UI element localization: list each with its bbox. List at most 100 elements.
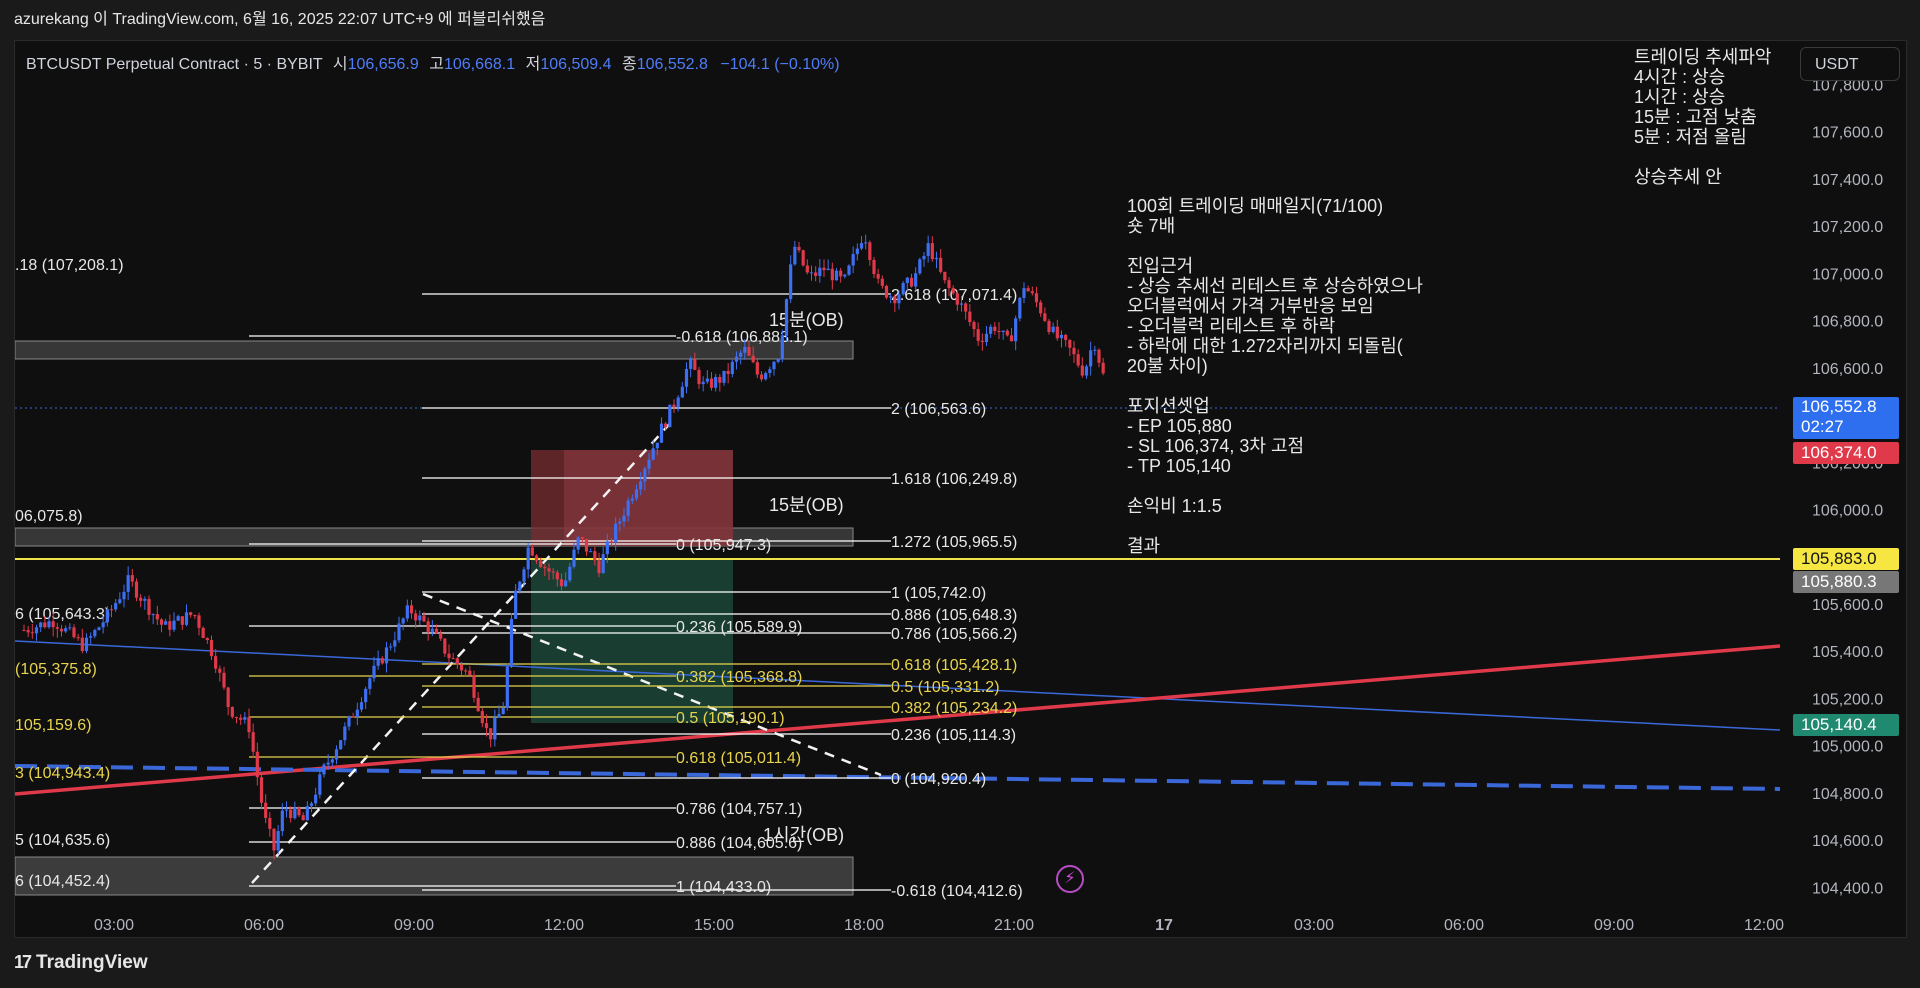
candle-body xyxy=(684,368,689,387)
candle-body xyxy=(768,369,772,374)
candle-body xyxy=(143,598,147,601)
candle-body xyxy=(859,243,864,249)
candle-body xyxy=(605,541,609,555)
candle-body xyxy=(1084,366,1089,376)
candle-body xyxy=(897,294,901,304)
candle-body xyxy=(430,628,434,632)
candle-body xyxy=(297,807,301,816)
candle-body xyxy=(22,629,26,631)
entry-price-tag: 105,880.3 xyxy=(1793,571,1899,593)
candle-body xyxy=(472,675,476,698)
candle-body xyxy=(872,259,876,275)
candle-body xyxy=(693,359,697,370)
candle-body xyxy=(943,271,947,281)
symbol-legend[interactable]: BTCUSDT Perpetual Contract · 5 · BYBIT 시… xyxy=(26,50,840,74)
fib-b-4-label: 0.5 (105,190.1) xyxy=(676,710,785,727)
candle-body xyxy=(868,242,872,260)
candle-body xyxy=(993,326,997,332)
candle-body xyxy=(1014,318,1018,342)
candle-body xyxy=(972,322,976,330)
lightning-alert-icon[interactable]: ⚡ xyxy=(1056,865,1084,893)
candle-body xyxy=(1009,335,1014,342)
candle-body xyxy=(1034,293,1039,303)
candle-body xyxy=(851,254,855,266)
candle-body xyxy=(880,278,884,286)
fib-a-7-label: 0.618 (105,428.1) xyxy=(891,657,1017,674)
candle-body xyxy=(405,605,409,619)
candle-body xyxy=(1001,330,1005,333)
candle-body xyxy=(984,333,989,343)
candle-body xyxy=(355,709,359,718)
candle-body xyxy=(193,615,197,617)
candle-body xyxy=(68,627,72,629)
candle-body xyxy=(518,581,522,591)
candle-body xyxy=(614,523,618,543)
candle-body xyxy=(905,277,909,284)
order-block-label-0: 15분(OB) xyxy=(769,310,844,330)
y-tick-label: 105,200.0 xyxy=(1812,691,1883,708)
current-price-value: 106,552.8 xyxy=(1801,397,1877,416)
candle-body xyxy=(243,717,247,720)
candle-body xyxy=(809,272,814,274)
trend-note[interactable]: 트레이딩 추세파악 4시간 : 상승 1시간 : 상승 15분 : 고점 낮춤 … xyxy=(1634,47,1771,187)
tradingview-logo[interactable]: 17 TradingView xyxy=(14,952,148,974)
candle-body xyxy=(772,361,776,370)
footer: 17 TradingView xyxy=(0,938,1920,988)
candle-body xyxy=(843,274,847,277)
candle-body xyxy=(601,554,605,574)
yellow-level-tag: 105,883.0 xyxy=(1793,548,1899,570)
candle-body xyxy=(689,359,693,369)
candle-body xyxy=(622,515,626,522)
candle-body xyxy=(1022,288,1026,298)
candle-body xyxy=(830,268,834,281)
candle-body xyxy=(934,257,939,260)
candle-body xyxy=(84,637,89,652)
candle-body xyxy=(797,246,801,251)
candle-body xyxy=(439,633,443,639)
candle-body xyxy=(593,551,597,561)
currency-button[interactable]: USDT xyxy=(1800,47,1900,81)
candle-body xyxy=(839,270,843,277)
price-chart[interactable]: 2.618 (107,071.4)2 (106,563.6)1.618 (106… xyxy=(15,41,1907,938)
y-tick-label: 105,000.0 xyxy=(1812,739,1883,756)
x-tick-label: 21:00 xyxy=(994,917,1034,934)
candle-body xyxy=(643,468,647,482)
candle-body xyxy=(484,723,489,729)
candle-body xyxy=(93,630,97,637)
stop-loss-tag: 106,374.0 xyxy=(1793,442,1899,464)
close-value: 106,552.8 xyxy=(636,56,708,73)
candle-body xyxy=(751,355,755,363)
candle-body xyxy=(747,346,751,356)
candle-body xyxy=(922,255,926,260)
candle-body xyxy=(597,560,601,574)
candle-body xyxy=(497,713,501,718)
candle-body xyxy=(184,612,189,625)
candle-body xyxy=(301,815,305,821)
countdown-value: 02:27 xyxy=(1801,417,1844,436)
x-tick-label: 12:00 xyxy=(544,917,584,934)
candle-body xyxy=(534,555,539,561)
candle-body xyxy=(709,378,714,388)
candle-body xyxy=(122,591,126,600)
candle-body xyxy=(1055,326,1059,339)
x-tick-label: 09:00 xyxy=(394,917,434,934)
candle-body xyxy=(672,404,676,408)
candle-body xyxy=(59,628,64,632)
candle-body xyxy=(893,296,897,304)
open-label: 시 xyxy=(332,56,348,73)
journal-note[interactable]: 100회 트레이딩 매매일지(71/100) 숏 7배 진입근거 - 상승 추세… xyxy=(1127,196,1423,556)
candle-body xyxy=(659,423,664,443)
candle-body xyxy=(864,242,868,244)
fib-b-3-label: 0.382 (105,368.8) xyxy=(676,669,802,686)
candle-body xyxy=(347,716,351,727)
chart-pane[interactable]: 2.618 (107,071.4) 2 (106,563.6) 1.618 (106… xyxy=(14,40,1907,938)
candle-body xyxy=(639,481,643,490)
candle-body xyxy=(339,740,343,750)
fib-a-9-label: 0.382 (105,234.2) xyxy=(891,700,1017,717)
candle-body xyxy=(668,404,672,428)
fib-b-8-label: 1 (104,433.0) xyxy=(676,879,771,896)
candle-body xyxy=(764,373,768,380)
candle-body xyxy=(980,340,984,343)
candle-body xyxy=(159,619,164,625)
candle-body xyxy=(926,243,930,256)
